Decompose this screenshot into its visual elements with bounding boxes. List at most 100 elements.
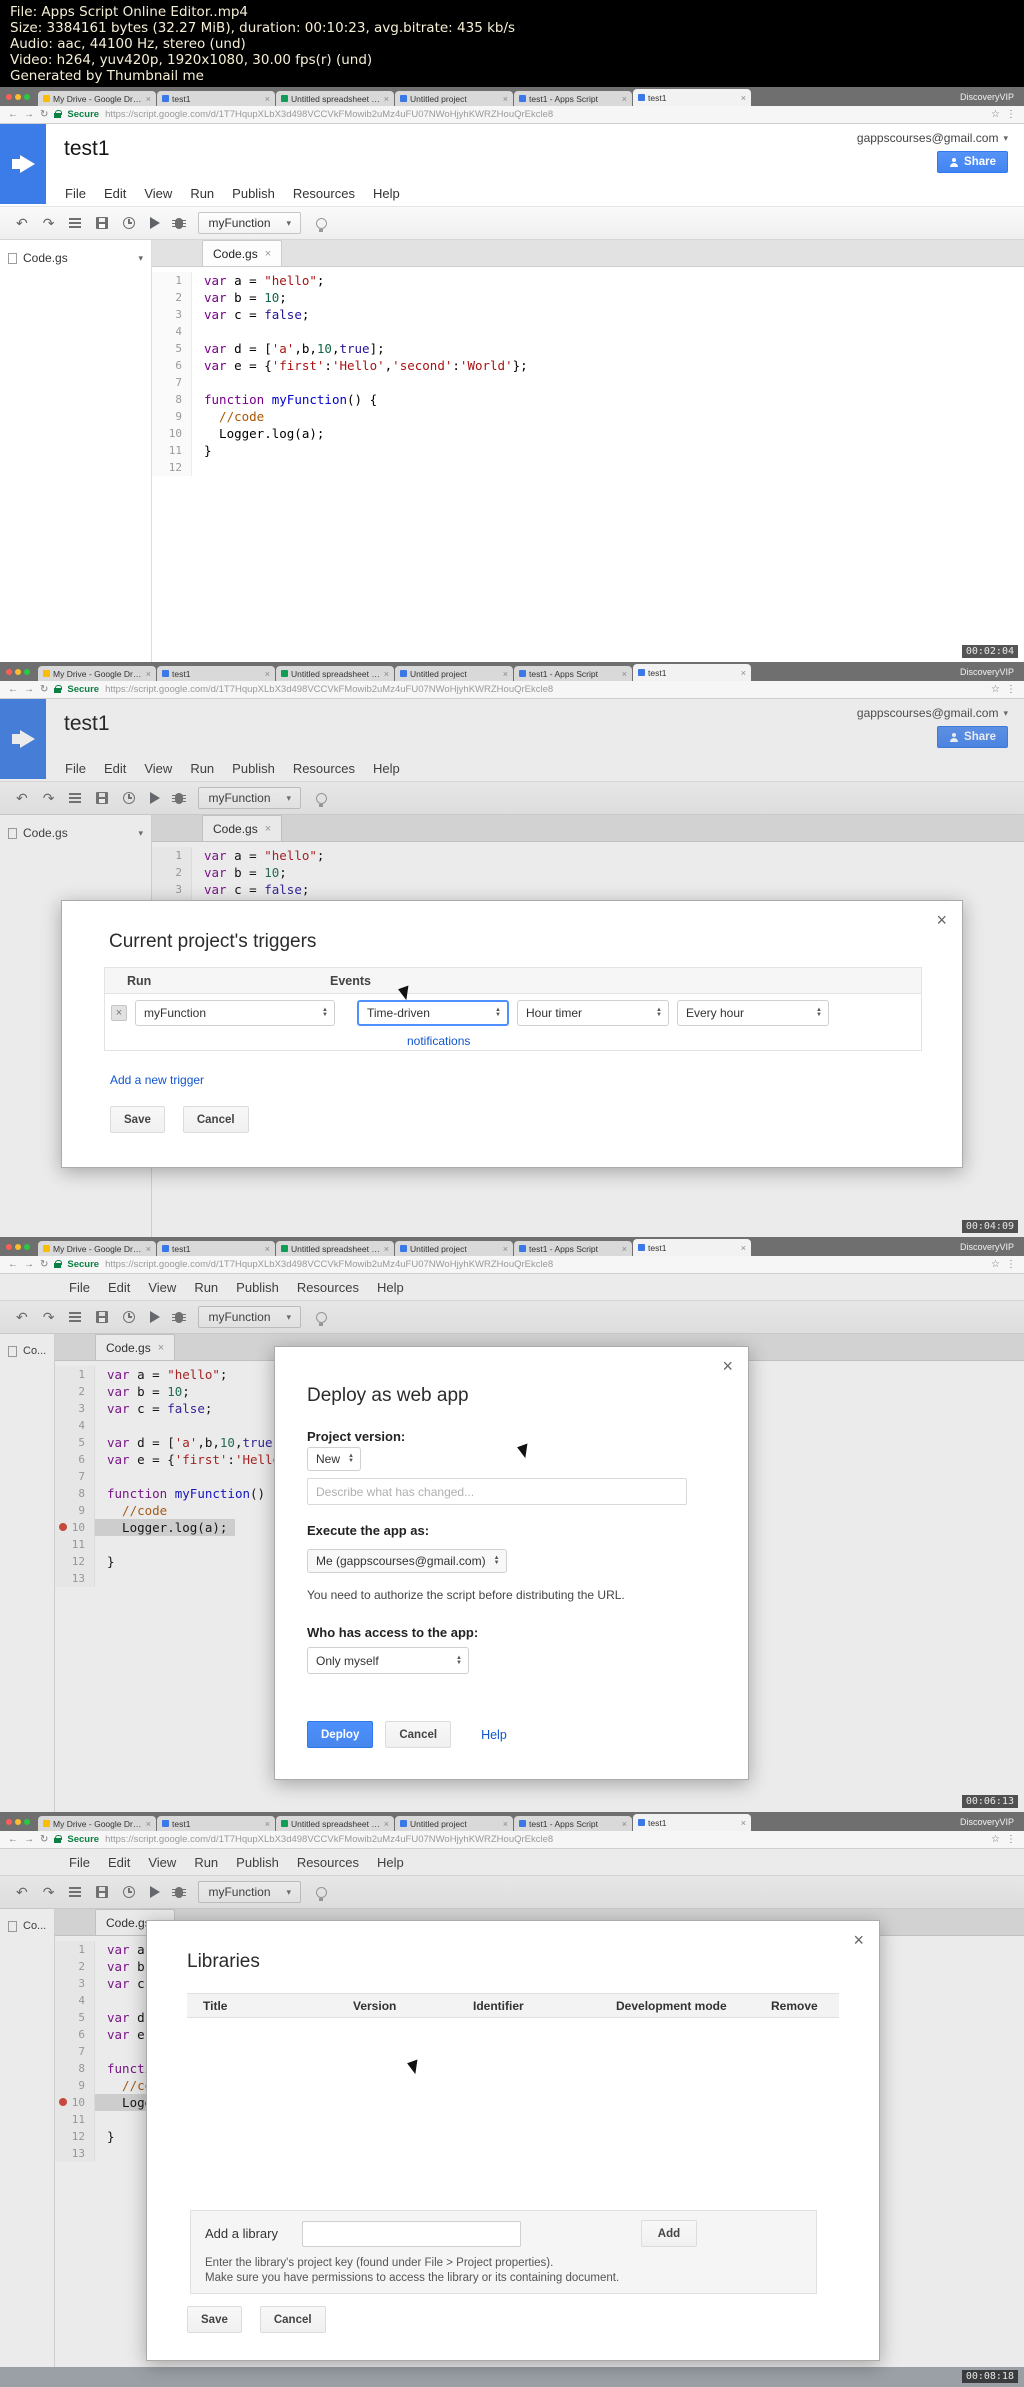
tab-close-icon[interactable]: ×: [146, 1244, 151, 1254]
tab-close-icon[interactable]: ×: [265, 1819, 270, 1829]
line-number[interactable]: 1: [152, 272, 192, 289]
back-icon[interactable]: ←: [8, 1834, 18, 1845]
browser-tab[interactable]: test1 ×: [157, 1241, 275, 1256]
reload-icon[interactable]: ↻: [40, 1834, 48, 1845]
undo-icon[interactable]: ↶: [16, 216, 28, 230]
line-number[interactable]: 6: [152, 357, 192, 374]
delete-trigger-icon[interactable]: ×: [111, 1005, 127, 1021]
line-number[interactable]: 5: [152, 340, 192, 357]
star-icon[interactable]: ☆: [991, 684, 1000, 695]
trigger-function-select[interactable]: myFunction: [135, 1000, 335, 1026]
tab-close-icon[interactable]: ×: [622, 94, 627, 104]
access-select[interactable]: Only myself: [307, 1647, 469, 1674]
tab-close-icon[interactable]: ×: [384, 669, 389, 679]
close-icon[interactable]: ×: [722, 1357, 733, 1375]
menu-item[interactable]: Edit: [95, 186, 135, 201]
project-version-select[interactable]: New: [307, 1447, 361, 1471]
tab-close-icon[interactable]: ×: [146, 1819, 151, 1829]
url-text[interactable]: https://script.google.com/d/1T7HqupXLbX3…: [105, 1834, 985, 1845]
project-title[interactable]: test1: [64, 137, 110, 161]
back-icon[interactable]: ←: [8, 109, 18, 120]
browser-tab[interactable]: test1 ×: [633, 1814, 751, 1831]
cancel-button[interactable]: Cancel: [385, 1721, 452, 1748]
forward-icon[interactable]: →: [24, 1259, 34, 1270]
url-text[interactable]: https://script.google.com/d/1T7HqupXLbX3…: [105, 1259, 985, 1270]
redo-icon[interactable]: ↷: [43, 216, 55, 230]
minimize-window-icon[interactable]: [15, 1819, 21, 1825]
close-window-icon[interactable]: [6, 1244, 12, 1250]
browser-tab[interactable]: Untitled spreadsheet - Goog... ×: [276, 666, 394, 681]
save-icon[interactable]: [96, 217, 109, 229]
browser-tab[interactable]: My Drive - Google Drive ×: [38, 1816, 156, 1831]
browser-tab[interactable]: test1 ×: [633, 89, 751, 106]
interval-select[interactable]: Every hour: [677, 1000, 829, 1026]
close-icon[interactable]: ×: [853, 1931, 864, 1949]
tab-close-icon[interactable]: ×: [741, 93, 746, 103]
cancel-button[interactable]: Cancel: [182, 1106, 249, 1133]
menu-item[interactable]: View: [135, 186, 181, 201]
tab-close-icon[interactable]: ×: [503, 669, 508, 679]
version-description-input[interactable]: Describe what has changed...: [307, 1478, 687, 1505]
lightbulb-icon[interactable]: [316, 217, 328, 232]
tab-close-icon[interactable]: ×: [146, 94, 151, 104]
event-type-select[interactable]: Time-driven: [357, 1000, 509, 1026]
save-button[interactable]: Save: [187, 2306, 242, 2333]
add-trigger-link[interactable]: Add a new trigger: [110, 1073, 204, 1087]
tab-close-icon[interactable]: ×: [622, 669, 627, 679]
browser-tab[interactable]: test1 ×: [633, 664, 751, 681]
line-number[interactable]: 4: [152, 323, 192, 340]
forward-icon[interactable]: →: [24, 684, 34, 695]
library-key-input[interactable]: [301, 2220, 521, 2247]
browser-tab[interactable]: Untitled spreadsheet - Goog... ×: [276, 1816, 394, 1831]
menu-overflow-icon[interactable]: ⋮: [1006, 1834, 1016, 1845]
reload-icon[interactable]: ↻: [40, 109, 48, 120]
menu-overflow-icon[interactable]: ⋮: [1006, 684, 1016, 695]
browser-tab[interactable]: Untitled project ×: [395, 91, 513, 106]
timer-type-select[interactable]: Hour timer: [517, 1000, 669, 1026]
cancel-button[interactable]: Cancel: [259, 2306, 326, 2333]
close-icon[interactable]: ×: [936, 911, 947, 929]
tab-close-icon[interactable]: ×: [384, 1244, 389, 1254]
line-number[interactable]: 12: [152, 459, 192, 476]
execute-as-select[interactable]: Me (gappscourses@gmail.com): [307, 1549, 507, 1573]
tab-close-icon[interactable]: ×: [146, 669, 151, 679]
editor-tab-codegs[interactable]: Code.gs ×: [202, 240, 283, 266]
share-button[interactable]: Share: [937, 151, 1008, 173]
browser-tab[interactable]: Untitled project ×: [395, 666, 513, 681]
menu-overflow-icon[interactable]: ⋮: [1006, 109, 1016, 120]
menu-item[interactable]: Run: [181, 186, 223, 201]
minimize-window-icon[interactable]: [15, 669, 21, 675]
minimize-window-icon[interactable]: [15, 94, 21, 100]
tab-close-icon[interactable]: ×: [384, 1819, 389, 1829]
browser-tab[interactable]: test1 ×: [157, 666, 275, 681]
forward-icon[interactable]: →: [24, 1834, 34, 1845]
browser-tab[interactable]: test1 - Apps Script ×: [514, 666, 632, 681]
account-menu[interactable]: gappscourses@gmail.com ▾: [857, 131, 1008, 145]
back-icon[interactable]: ←: [8, 1259, 18, 1270]
tab-close-icon[interactable]: ×: [503, 1244, 508, 1254]
browser-tab[interactable]: test1 - Apps Script ×: [514, 1816, 632, 1831]
add-button[interactable]: Add: [640, 2220, 697, 2247]
maximize-window-icon[interactable]: [24, 1819, 30, 1825]
sidebar-item-codegs[interactable]: Code.gs ▾: [0, 247, 151, 269]
notifications-link[interactable]: notifications: [407, 1034, 470, 1048]
maximize-window-icon[interactable]: [24, 1244, 30, 1250]
code-editor[interactable]: 1var a = "hello";2var b = 10;3var c = fa…: [152, 267, 1024, 662]
browser-tab[interactable]: test1 ×: [633, 1239, 751, 1256]
line-number[interactable]: 11: [152, 442, 192, 459]
url-text[interactable]: https://script.google.com/d/1T7HqupXLbX3…: [105, 109, 985, 120]
deploy-button[interactable]: Deploy: [307, 1721, 374, 1748]
maximize-window-icon[interactable]: [24, 94, 30, 100]
browser-tab[interactable]: Untitled project ×: [395, 1241, 513, 1256]
close-icon[interactable]: ×: [265, 248, 271, 260]
line-number[interactable]: 10: [152, 425, 192, 442]
tab-close-icon[interactable]: ×: [503, 94, 508, 104]
tab-close-icon[interactable]: ×: [622, 1819, 627, 1829]
help-link[interactable]: Help: [481, 1728, 507, 1742]
menu-item[interactable]: Publish: [223, 186, 284, 201]
browser-tab[interactable]: test1 - Apps Script ×: [514, 1241, 632, 1256]
execution-transcript-icon[interactable]: [69, 218, 82, 228]
tab-close-icon[interactable]: ×: [741, 1818, 746, 1828]
tab-close-icon[interactable]: ×: [503, 1819, 508, 1829]
tab-close-icon[interactable]: ×: [265, 1244, 270, 1254]
